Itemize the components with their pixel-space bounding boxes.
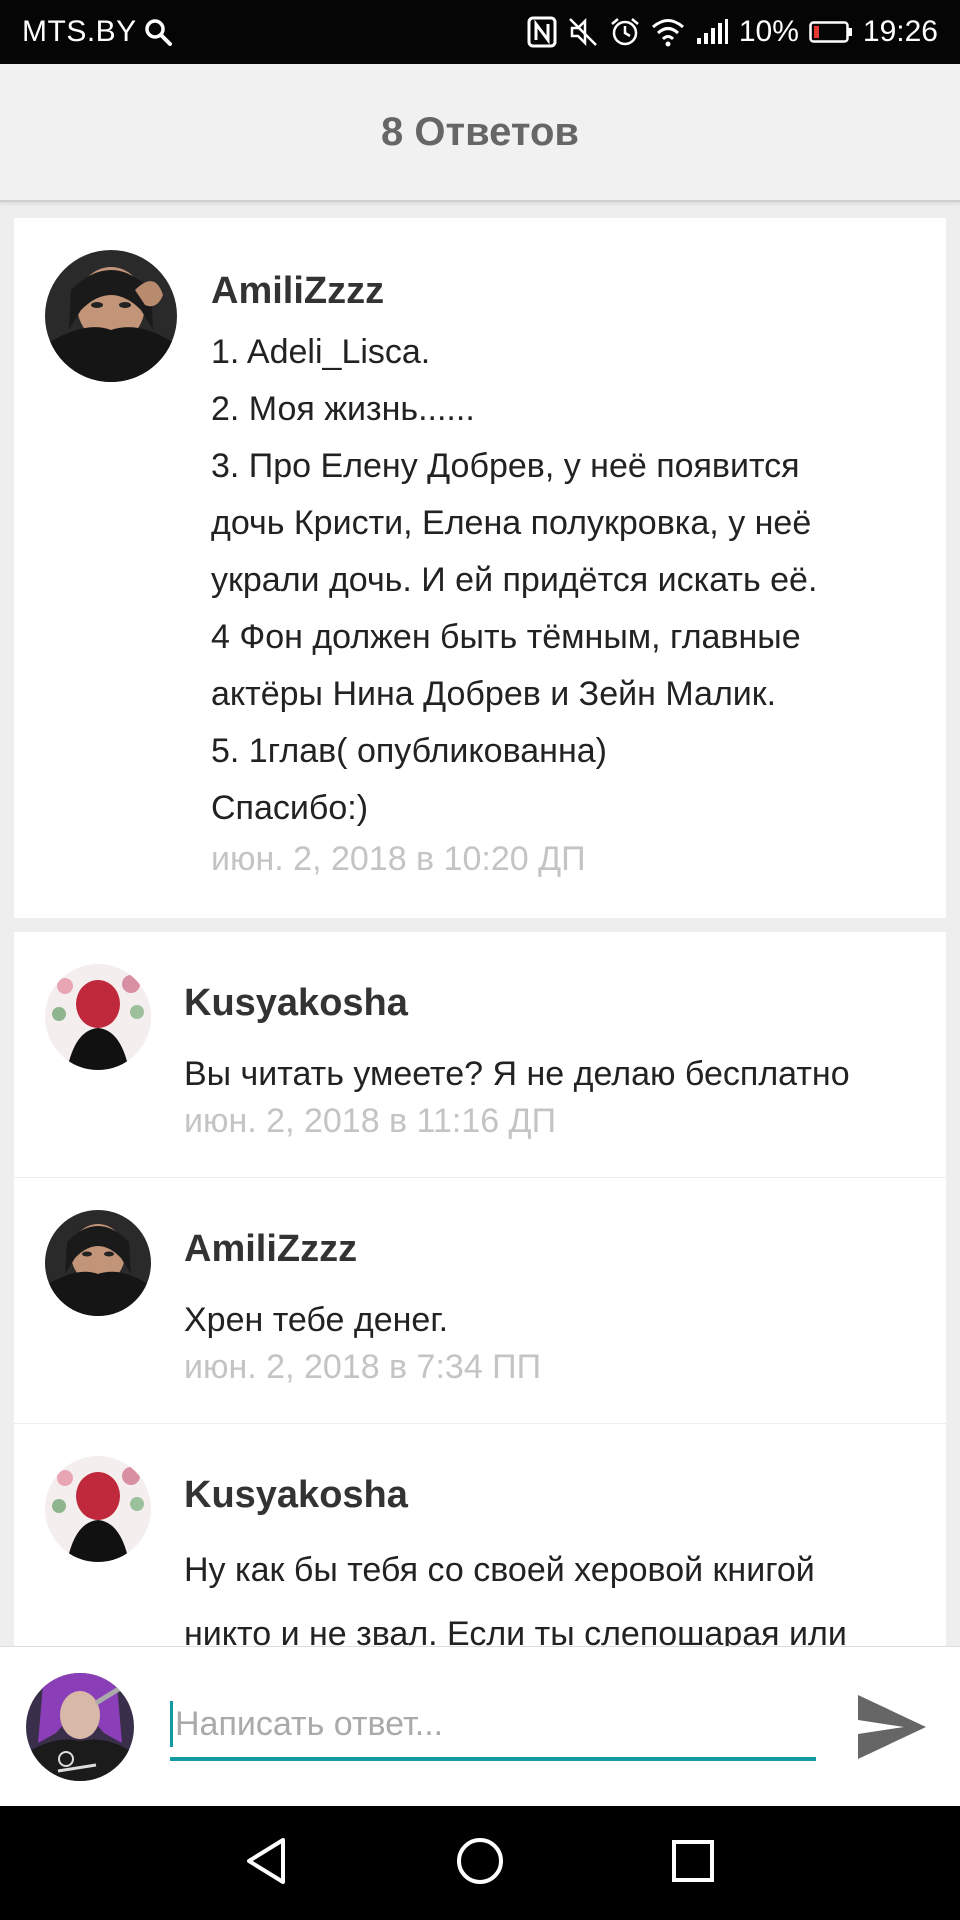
- reply-username[interactable]: Kusyakosha: [184, 982, 408, 1025]
- back-button[interactable]: [239, 1836, 293, 1890]
- reply-item: Kusyakosha Вы читать умеете? Я не делаю …: [14, 932, 946, 1178]
- home-icon: [455, 1836, 505, 1891]
- send-button[interactable]: [854, 1689, 930, 1765]
- page-title: 8 Ответов: [381, 109, 579, 154]
- recents-icon: [670, 1838, 716, 1889]
- comment-username[interactable]: AmiliZzzz: [211, 270, 384, 313]
- avatar[interactable]: [45, 964, 151, 1070]
- mute-icon: [567, 16, 599, 48]
- avatar[interactable]: [45, 1456, 151, 1562]
- home-button[interactable]: [453, 1836, 507, 1890]
- reply-item: Kusyakosha Ну как бы тебя со своей херов…: [14, 1424, 946, 1646]
- reply-text: Вы читать умеете? Я не делаю бесплатно: [184, 1055, 850, 1093]
- reply-input-placeholder: Написать ответ...: [175, 1704, 444, 1743]
- battery-percent: 10%: [738, 15, 799, 48]
- comment-line: 4 Фон должен быть тёмным, главные: [211, 618, 801, 656]
- back-icon: [243, 1836, 289, 1891]
- avatar[interactable]: [45, 1210, 151, 1316]
- app-header: 8 Ответов: [0, 64, 960, 202]
- comment-date: июн. 2, 2018 в 10:20 ДП: [211, 840, 586, 878]
- main-comment: AmiliZzzz 1. Adeli_Lisca. 2. Моя жизнь..…: [14, 218, 946, 918]
- avatar[interactable]: [45, 250, 177, 382]
- system-nav-bar: [0, 1806, 960, 1920]
- signal-icon: [695, 18, 729, 46]
- comment-line: 3. Про Елену Добрев, у неё появится: [211, 447, 800, 485]
- comment-line: 5. 1глав( опубликованна): [211, 732, 607, 770]
- comment-line: Спасибо:): [211, 789, 369, 827]
- reply-username[interactable]: AmiliZzzz: [184, 1228, 357, 1271]
- wifi-icon: [651, 17, 685, 47]
- carrier-label: MTS.BY: [22, 15, 137, 48]
- reply-text: Хрен тебе денег.: [184, 1301, 449, 1339]
- nfc-icon: [527, 16, 557, 48]
- reply-text-line: никто и не звал. Если ты слепошарая или: [184, 1615, 847, 1646]
- search-icon: [143, 17, 173, 47]
- reply-date: июн. 2, 2018 в 7:34 ПП: [184, 1348, 542, 1386]
- current-user-avatar[interactable]: [26, 1673, 134, 1781]
- comment-line: актёры Нина Добрев и Зейн Малик.: [211, 675, 777, 713]
- reply-input[interactable]: Написать ответ...: [170, 1691, 816, 1761]
- replies-list: Kusyakosha Вы читать умеете? Я не делаю …: [14, 932, 946, 1646]
- comments-list[interactable]: AmiliZzzz 1. Adeli_Lisca. 2. Моя жизнь..…: [0, 204, 960, 1646]
- comment-line: украли дочь. И ей придётся искать её.: [211, 561, 818, 599]
- status-bar: MTS.BY 10% 19:26: [0, 0, 960, 64]
- clock: 19:26: [862, 15, 938, 48]
- battery-icon: [809, 20, 853, 44]
- send-icon: [854, 1695, 930, 1769]
- reply-text-line: Ну как бы тебя со своей херовой книгой: [184, 1551, 815, 1589]
- recents-button[interactable]: [666, 1836, 720, 1890]
- reply-item: AmiliZzzz Хрен тебе денег. июн. 2, 2018 …: [14, 1178, 946, 1424]
- compose-bar: Написать ответ...: [0, 1646, 960, 1806]
- text-cursor: [170, 1701, 173, 1747]
- reply-date: июн. 2, 2018 в 11:16 ДП: [184, 1102, 557, 1140]
- comment-line: 1. Adeli_Lisca.: [211, 333, 431, 371]
- reply-username[interactable]: Kusyakosha: [184, 1474, 408, 1517]
- comment-line: 2. Моя жизнь......: [211, 390, 475, 428]
- reply-text: Ну как бы тебя со своей херовой книгой н…: [184, 1538, 847, 1646]
- alarm-icon: [609, 16, 641, 48]
- comment-body: 1. Adeli_Lisca. 2. Моя жизнь...... 3. Пр…: [211, 324, 931, 837]
- comment-line: дочь Кристи, Елена полукровка, у неё: [211, 504, 812, 542]
